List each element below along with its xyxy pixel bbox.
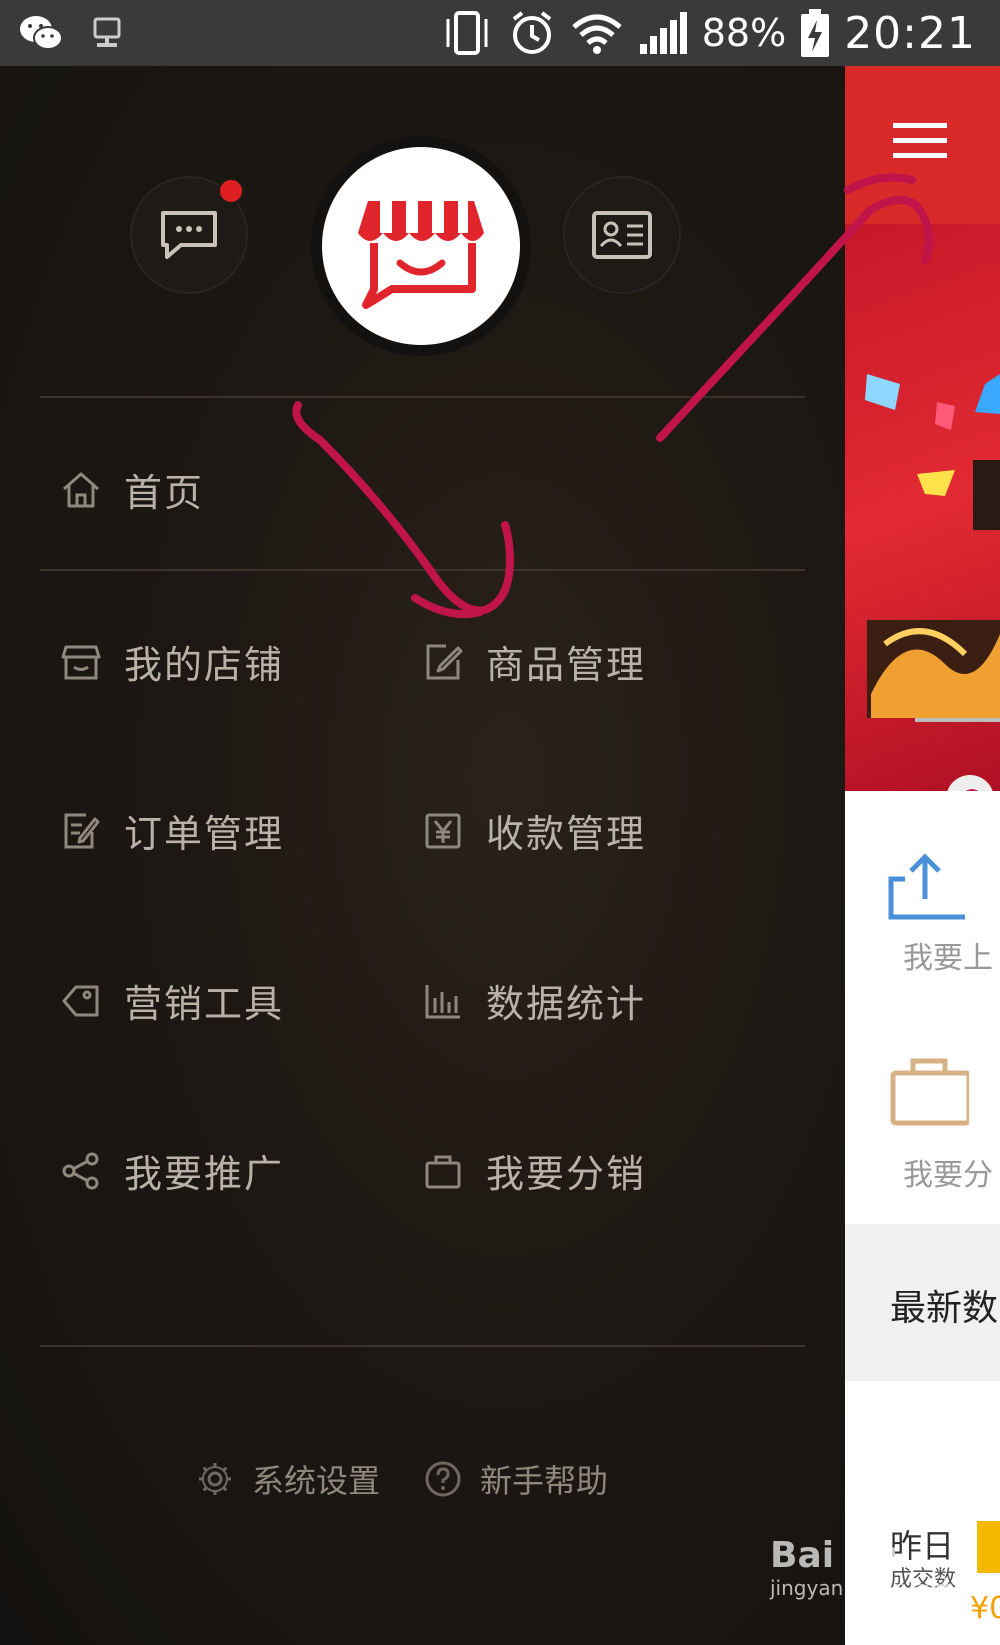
menu-item-marketing-tools[interactable]: 营销工具 [60, 973, 284, 1028]
menu-label-marketing-tools: 营销工具 [124, 982, 285, 1026]
id-card-icon [592, 211, 652, 259]
baidu-watermark: Bai du jingyan.baidu.com [770, 1535, 955, 1600]
main-content-peek[interactable]: 我要上 我要分 最新数 昨日 成交数 ¥0 [845, 66, 1000, 1645]
menu-label-distribution: 我要分销 [486, 1152, 647, 1196]
bag-icon [425, 1155, 461, 1188]
menu-item-order-management[interactable]: 订单管理 [60, 803, 284, 858]
distribute-card[interactable]: 我要分 [845, 995, 1000, 1226]
stat-bar [977, 1521, 1000, 1573]
header-bar [845, 66, 1000, 224]
divider-top [40, 396, 805, 398]
store-icon [61, 645, 101, 679]
upload-card[interactable]: 我要上 [845, 791, 1000, 997]
alarm-icon [512, 11, 551, 54]
watermark-site: jingyan.baidu.com [770, 1576, 955, 1600]
home-icon [63, 472, 99, 507]
contacts-button[interactable] [563, 176, 681, 294]
edit-icon [426, 644, 463, 679]
menu-item-product-management[interactable]: 商品管理 [422, 634, 646, 689]
store-logo[interactable] [311, 136, 531, 356]
vibrate-icon [446, 11, 488, 55]
latest-data-title: 最新数 [890, 1288, 999, 1329]
menu-item-my-store[interactable]: 我的店铺 [60, 634, 284, 689]
chat-bubble-icon [161, 211, 217, 259]
latest-data-section: 最新数 [845, 1224, 1000, 1381]
order-icon [64, 813, 100, 848]
wifi-icon [572, 14, 622, 54]
yen-icon [425, 813, 461, 848]
menu-item-payment-management[interactable]: 收款管理 [422, 803, 646, 858]
menu-item-home[interactable]: 首页 [60, 462, 204, 517]
signal-icon [639, 12, 687, 54]
menu-item-distribution[interactable]: 我要分销 [422, 1143, 646, 1198]
settings-link[interactable]: 系统设置 [196, 1456, 380, 1502]
help-circle-icon [425, 1461, 461, 1497]
wechat-icon [20, 16, 63, 50]
help-label: 新手帮助 [480, 1462, 609, 1500]
watermark-brand: Bai du [770, 1535, 899, 1576]
share-icon [62, 1152, 99, 1189]
settings-label: 系统设置 [252, 1462, 381, 1500]
storefront-logo-icon [358, 201, 484, 309]
banner-graphic [865, 374, 1000, 791]
network-icon [93, 17, 121, 47]
menu-label-promote: 我要推广 [124, 1152, 285, 1196]
divider-bottom [40, 1345, 805, 1347]
distribute-label: 我要分 [903, 1158, 993, 1193]
notification-badge [218, 178, 244, 204]
stat-amount: ¥0 [970, 1591, 1000, 1626]
help-link[interactable]: 新手帮助 [424, 1456, 608, 1502]
promo-banner[interactable] [845, 224, 1000, 791]
tag-icon [62, 985, 99, 1016]
status-bar: 88% 20:21 [0, 0, 1000, 66]
menu-label-payment-management: 收款管理 [486, 812, 647, 856]
menu-label-product-management: 商品管理 [486, 643, 647, 687]
gear-icon [199, 1463, 231, 1495]
store-logo-circle [322, 147, 520, 345]
battery-percent: 88% [701, 11, 787, 55]
upload-label: 我要上 [903, 941, 993, 976]
menu-item-promote[interactable]: 我要推广 [60, 1143, 284, 1198]
menu-item-data-statistics[interactable]: 数据统计 [422, 973, 646, 1028]
stats-section: 昨日 成交数 ¥0 [845, 1381, 1000, 1645]
menu-label-data-statistics: 数据统计 [486, 982, 647, 1026]
side-drawer: 首页 我的店铺 商品管理 订单管理 收款管理 营销工具 数据统计 我要推广 我要… [0, 66, 845, 1645]
briefcase-icon [890, 1058, 969, 1126]
hamburger-menu-icon[interactable] [893, 121, 947, 161]
battery-charging-icon [801, 9, 830, 57]
menu-label-order-management: 订单管理 [124, 812, 285, 856]
menu-label-my-store: 我的店铺 [124, 643, 285, 687]
bar-chart-icon [425, 984, 460, 1018]
clock-time: 20:21 [844, 7, 976, 59]
divider-mid [40, 569, 805, 571]
messages-button[interactable] [130, 176, 248, 294]
upload-icon [888, 853, 965, 920]
menu-label-home: 首页 [124, 471, 205, 515]
